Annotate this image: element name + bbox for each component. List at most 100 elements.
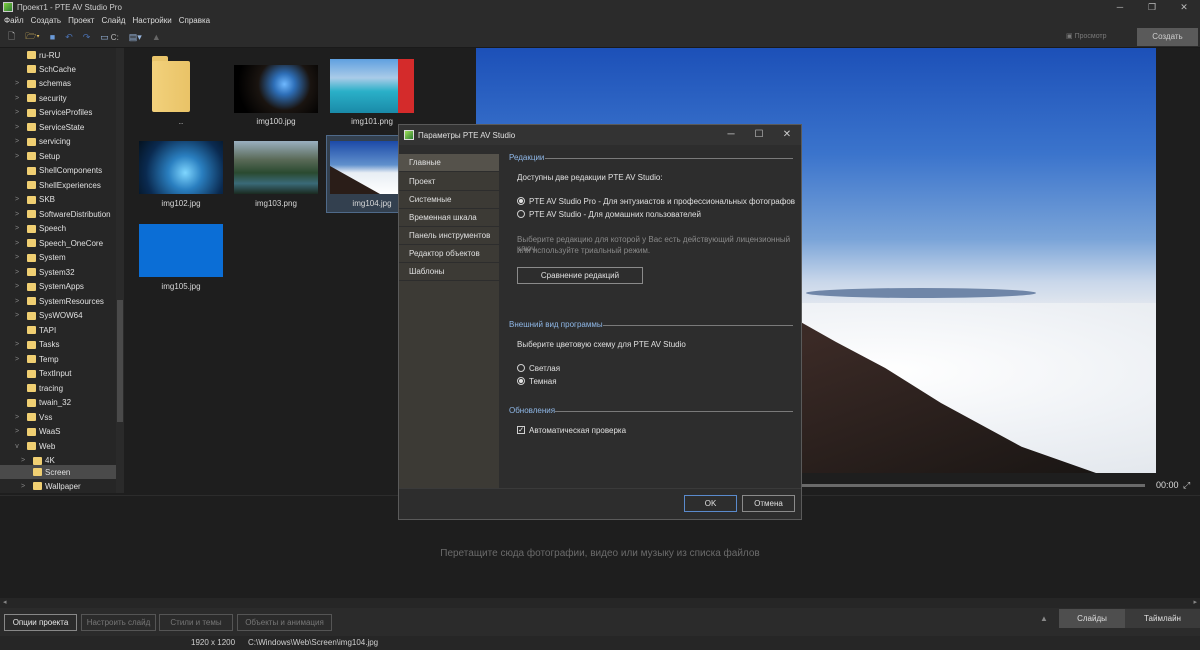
menu-project[interactable]: Проект [68,16,94,25]
new-file-icon[interactable]: 🗋 [8,29,15,45]
view-mode-icon[interactable]: ▤▾ [129,32,142,43]
tree-expand-icon[interactable]: > [12,312,22,319]
radio-theme-dark[interactable] [517,377,525,385]
radio-edition-pro[interactable] [517,197,525,205]
tree-expand-icon[interactable]: > [12,356,22,363]
thumbnail-img103[interactable] [234,141,318,194]
tree-item[interactable]: TAPI [0,323,116,337]
tree-expand-icon[interactable]: > [12,109,22,116]
tree-item[interactable]: > SystemResources [0,294,116,308]
tab-slides[interactable]: Слайды [1059,609,1125,628]
tree-item[interactable]: ShellComponents [0,164,116,178]
theme-dark-label[interactable]: Темная [529,377,557,386]
theme-light-label[interactable]: Светлая [529,364,560,373]
redo-icon[interactable]: ↷ [83,32,91,43]
tree-item[interactable]: twain_32 [0,396,116,410]
tree-item[interactable]: v Web [0,439,116,453]
thumbnail-img105[interactable] [139,224,223,277]
tree-item[interactable]: > Setup [0,149,116,163]
tree-item[interactable]: > SysWOW64 [0,309,116,323]
slides-scrollbar[interactable]: ◂ ▸ [0,598,1200,608]
styles-themes-button[interactable]: Стили и темы [159,614,233,631]
tree-item[interactable]: > Wallpaper [0,479,116,493]
nav-project[interactable]: Проект [399,173,499,191]
tree-item[interactable]: > Speech_OneCore [0,236,116,250]
thumbnail-img102[interactable] [139,141,223,194]
tree-item[interactable]: > servicing [0,135,116,149]
objects-animation-button[interactable]: Объекты и анимация [237,614,332,631]
playback-progress-bar[interactable] [800,484,1145,487]
tree-scrollbar-thumb[interactable] [117,300,123,422]
minimize-button[interactable]: ─ [1104,0,1136,14]
maximize-button[interactable]: ❐ [1136,0,1168,14]
tree-item[interactable]: tracing [0,381,116,395]
edition-home-label[interactable]: PTE AV Studio - Для домашних пользовател… [529,210,701,219]
auto-check-checkbox[interactable]: ✓ [517,426,525,434]
tree-item[interactable]: > schemas [0,77,116,91]
nav-templates[interactable]: Шаблоны [399,263,499,281]
tree-expand-icon[interactable]: > [12,80,22,87]
open-folder-icon[interactable]: 🗁▾ [25,29,40,45]
auto-check-label[interactable]: Автоматическая проверка [529,426,626,435]
tree-expand-icon[interactable]: > [12,269,22,276]
nav-timeline[interactable]: Временная шкала [399,209,499,227]
tree-item[interactable]: > SoftwareDistribution [0,207,116,221]
nav-object-editor[interactable]: Редактор объектов [399,245,499,263]
tree-scrollbar[interactable] [116,48,124,493]
project-options-button[interactable]: Опции проекта [4,614,77,631]
tree-item[interactable]: > WaaS [0,425,116,439]
tree-expand-icon[interactable]: > [12,298,22,305]
radio-theme-light[interactable] [517,364,525,372]
tree-item[interactable]: ShellExperiences [0,178,116,192]
tree-expand-icon[interactable]: > [12,414,22,421]
menu-settings[interactable]: Настройки [132,16,171,25]
tree-item[interactable]: > ServiceProfiles [0,106,116,120]
customize-slide-button[interactable]: Настроить слайд [81,614,156,631]
tree-expand-icon[interactable]: > [12,211,22,218]
tree-expand-icon[interactable]: > [12,95,22,102]
ok-button[interactable]: OK [684,495,737,512]
menu-help[interactable]: Справка [179,16,210,25]
tree-expand-icon[interactable]: v [12,443,22,450]
parent-folder-icon[interactable] [152,56,190,112]
drive-icon[interactable]: ▭ [100,32,109,43]
undo-icon[interactable]: ↶ [65,32,73,43]
save-icon[interactable]: ■ [50,32,55,42]
scroll-left-icon[interactable]: ◂ [3,598,7,606]
preview-button[interactable]: ▣ Просмотр [1066,29,1126,45]
fullscreen-icon[interactable]: ⤢ [1183,480,1190,491]
tree-item[interactable]: > Temp [0,352,116,366]
tree-item[interactable]: > Speech [0,222,116,236]
dialog-close-button[interactable]: ✕ [773,125,801,145]
tab-timeline[interactable]: Таймлайн [1125,609,1200,628]
up-folder-icon[interactable]: ▲ [152,32,161,42]
menu-slide[interactable]: Слайд [101,16,125,25]
scroll-right-icon[interactable]: ▸ [1193,598,1197,606]
cancel-button[interactable]: Отмена [742,495,795,512]
create-button[interactable]: Создать [1137,28,1198,46]
dialog-maximize-button[interactable]: ☐ [745,125,773,145]
radio-edition-home[interactable] [517,210,525,218]
tree-expand-icon[interactable]: > [12,341,22,348]
tree-item-selected[interactable]: Screen [0,465,116,479]
tree-item[interactable]: > Tasks [0,338,116,352]
tree-expand-icon[interactable]: > [12,196,22,203]
nav-toolbar[interactable]: Панель инструментов [399,227,499,245]
tree-item[interactable]: SchCache [0,62,116,76]
menu-create[interactable]: Создать [31,16,61,25]
drive-label[interactable]: C: [111,33,119,42]
dialog-minimize-button[interactable]: ─ [717,125,745,145]
tree-item[interactable]: > SKB [0,193,116,207]
thumbnail-img100[interactable] [234,65,318,113]
collapse-up-icon[interactable]: ▲ [1040,614,1048,623]
tree-item[interactable]: TextInput [0,367,116,381]
tree-item[interactable]: > security [0,91,116,105]
tree-item[interactable]: > SystemApps [0,280,116,294]
tree-item[interactable]: ru-RU [0,48,116,62]
tree-item[interactable]: > Vss [0,410,116,424]
compare-editions-button[interactable]: Сравнение редакций [517,267,643,284]
tree-expand-icon[interactable]: > [12,225,22,232]
edition-pro-label[interactable]: PTE AV Studio Pro - Для энтузиастов и пр… [529,197,795,206]
thumbnail-img101[interactable] [330,59,414,113]
tree-item[interactable]: > System [0,251,116,265]
